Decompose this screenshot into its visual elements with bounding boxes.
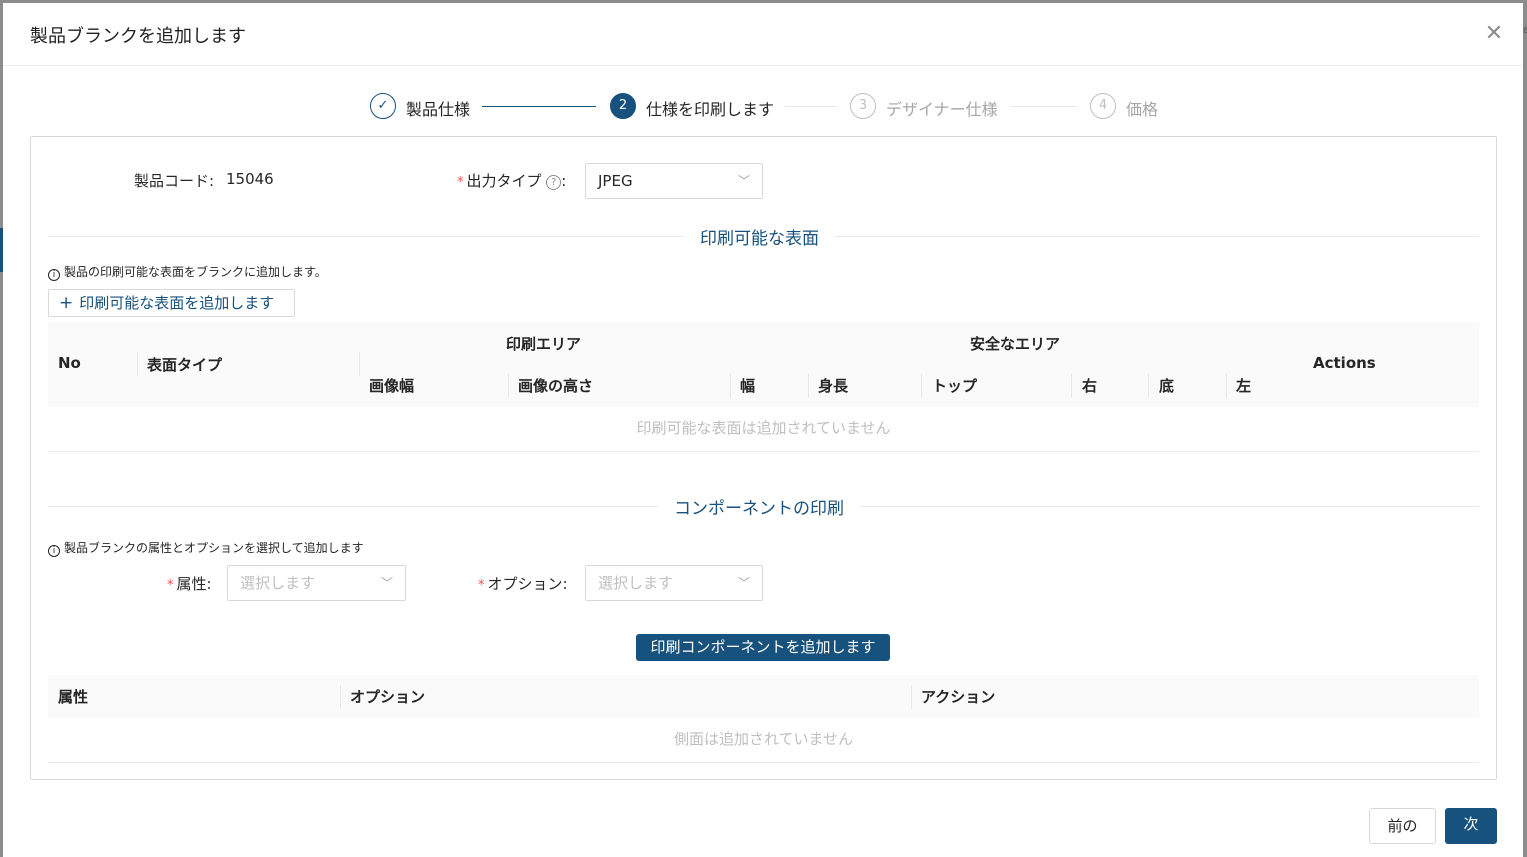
step-1-label: 製品仕様: [406, 100, 471, 119]
print-components-hint: i 製品ブランクの属性とオプションを選択して追加します: [48, 539, 364, 557]
required-mark: *: [457, 175, 464, 190]
output-type-value: JPEG: [598, 172, 633, 190]
chevron-down-icon: ﹀: [737, 174, 750, 188]
col-bottom: 底: [1159, 377, 1175, 395]
step-2-number: 2: [610, 93, 636, 119]
col-separator: [508, 374, 509, 398]
col-separator: [137, 352, 138, 376]
col-surface-type: 表面タイプ: [147, 356, 223, 374]
modal-title: 製品ブランクを追加します: [30, 26, 246, 47]
print-components-title: コンポーネントの印刷: [658, 494, 860, 519]
info-icon: i: [48, 545, 60, 557]
step-3-label: デザイナー仕様: [886, 100, 998, 119]
col-height: 身長: [818, 377, 849, 395]
col-image-width: 画像幅: [369, 377, 415, 395]
modal-header: 製品ブランクを追加します ✕: [3, 3, 1523, 66]
col-print-area: 印刷エリア: [506, 335, 582, 353]
add-printable-surface-label: 印刷可能な表面を追加します: [79, 294, 275, 312]
col-no: No: [58, 354, 81, 372]
product-code-value: 15046: [226, 170, 274, 188]
next-button[interactable]: 次: [1445, 808, 1497, 844]
output-type-colon: :: [561, 172, 567, 190]
printable-surfaces-title: 印刷可能な表面: [684, 224, 835, 249]
chevron-down-icon: ﹀: [380, 576, 393, 590]
output-type-label-row: * 出力タイプ ?:: [457, 170, 566, 191]
add-print-component-button[interactable]: 印刷コンポーネントを追加します: [636, 634, 890, 661]
step-4-label: 価格: [1126, 100, 1159, 119]
attribute-label: 属性:: [176, 575, 212, 593]
col-separator: [921, 374, 922, 398]
step-3-number: 3: [850, 93, 876, 119]
help-icon[interactable]: ?: [546, 175, 562, 190]
col-top: トップ: [932, 377, 978, 395]
info-icon: i: [48, 269, 60, 281]
col-separator: [1148, 374, 1149, 398]
col-action: アクション: [921, 688, 996, 706]
components-table-header: 属性 オプション アクション: [48, 675, 1479, 718]
step-3-connector: [1010, 106, 1076, 107]
step-1-connector: [482, 106, 596, 107]
attribute-label-row: * 属性:: [167, 573, 212, 594]
plus-icon: +: [59, 293, 74, 313]
components-empty-row: 側面は追加されていません: [48, 718, 1479, 763]
col-separator: [808, 374, 809, 398]
product-code-label: 製品コード:: [134, 172, 215, 190]
col-actions: Actions: [1313, 354, 1376, 372]
close-icon[interactable]: ✕: [1481, 21, 1507, 47]
output-type-select[interactable]: JPEG ﹀: [585, 163, 763, 199]
output-type-label: 出力タイプ: [466, 172, 542, 190]
col-option: オプション: [350, 688, 426, 706]
attribute-select[interactable]: 選択します ﹀: [227, 565, 406, 601]
col-width: 幅: [740, 377, 756, 395]
printable-surfaces-hint: i 製品の印刷可能な表面をブランクに追加します。: [48, 263, 327, 281]
step-2-connector: [785, 106, 837, 107]
option-select[interactable]: 選択します ﹀: [585, 565, 763, 601]
col-separator: [359, 352, 360, 376]
required-mark: *: [167, 578, 174, 593]
col-image-height: 画像の高さ: [518, 377, 594, 395]
add-printable-surface-button[interactable]: + 印刷可能な表面を追加します: [48, 289, 295, 317]
chevron-down-icon: ﹀: [737, 576, 750, 590]
option-label-row: * オプション:: [478, 573, 568, 594]
surfaces-empty-row: 印刷可能な表面は追加されていません: [48, 407, 1479, 452]
col-separator: [1071, 374, 1072, 398]
step-2-label: 仕様を印刷します: [646, 100, 775, 119]
attribute-placeholder: 選択します: [240, 574, 316, 592]
col-left: 左: [1236, 377, 1252, 395]
step-4-number: 4: [1090, 93, 1116, 119]
col-separator: [340, 685, 341, 709]
printable-surfaces-hint-text: 製品の印刷可能な表面をブランクに追加します。: [64, 265, 327, 279]
step-1-check-icon: ✓: [370, 93, 396, 119]
option-placeholder: 選択します: [598, 574, 674, 592]
required-mark: *: [478, 578, 485, 593]
background-glyph: ε: [1523, 25, 1527, 36]
col-right: 右: [1082, 377, 1098, 395]
add-product-blank-modal: ε 製品ブランクを追加します ✕ ✓ 製品仕様 2 仕様を印刷します 3 デザイ…: [3, 3, 1527, 857]
col-separator: [730, 374, 731, 398]
col-separator: [1226, 374, 1227, 398]
col-safe-area: 安全なエリア: [970, 335, 1061, 353]
surfaces-table-header: No 表面タイプ 印刷エリア 安全なエリア Actions 画像幅 画像の高さ …: [48, 322, 1479, 407]
print-components-hint-text: 製品ブランクの属性とオプションを選択して追加します: [64, 541, 364, 555]
prev-button[interactable]: 前の: [1369, 808, 1436, 844]
option-label: オプション:: [487, 575, 568, 593]
col-separator: [911, 685, 912, 709]
col-attribute: 属性: [58, 688, 89, 706]
